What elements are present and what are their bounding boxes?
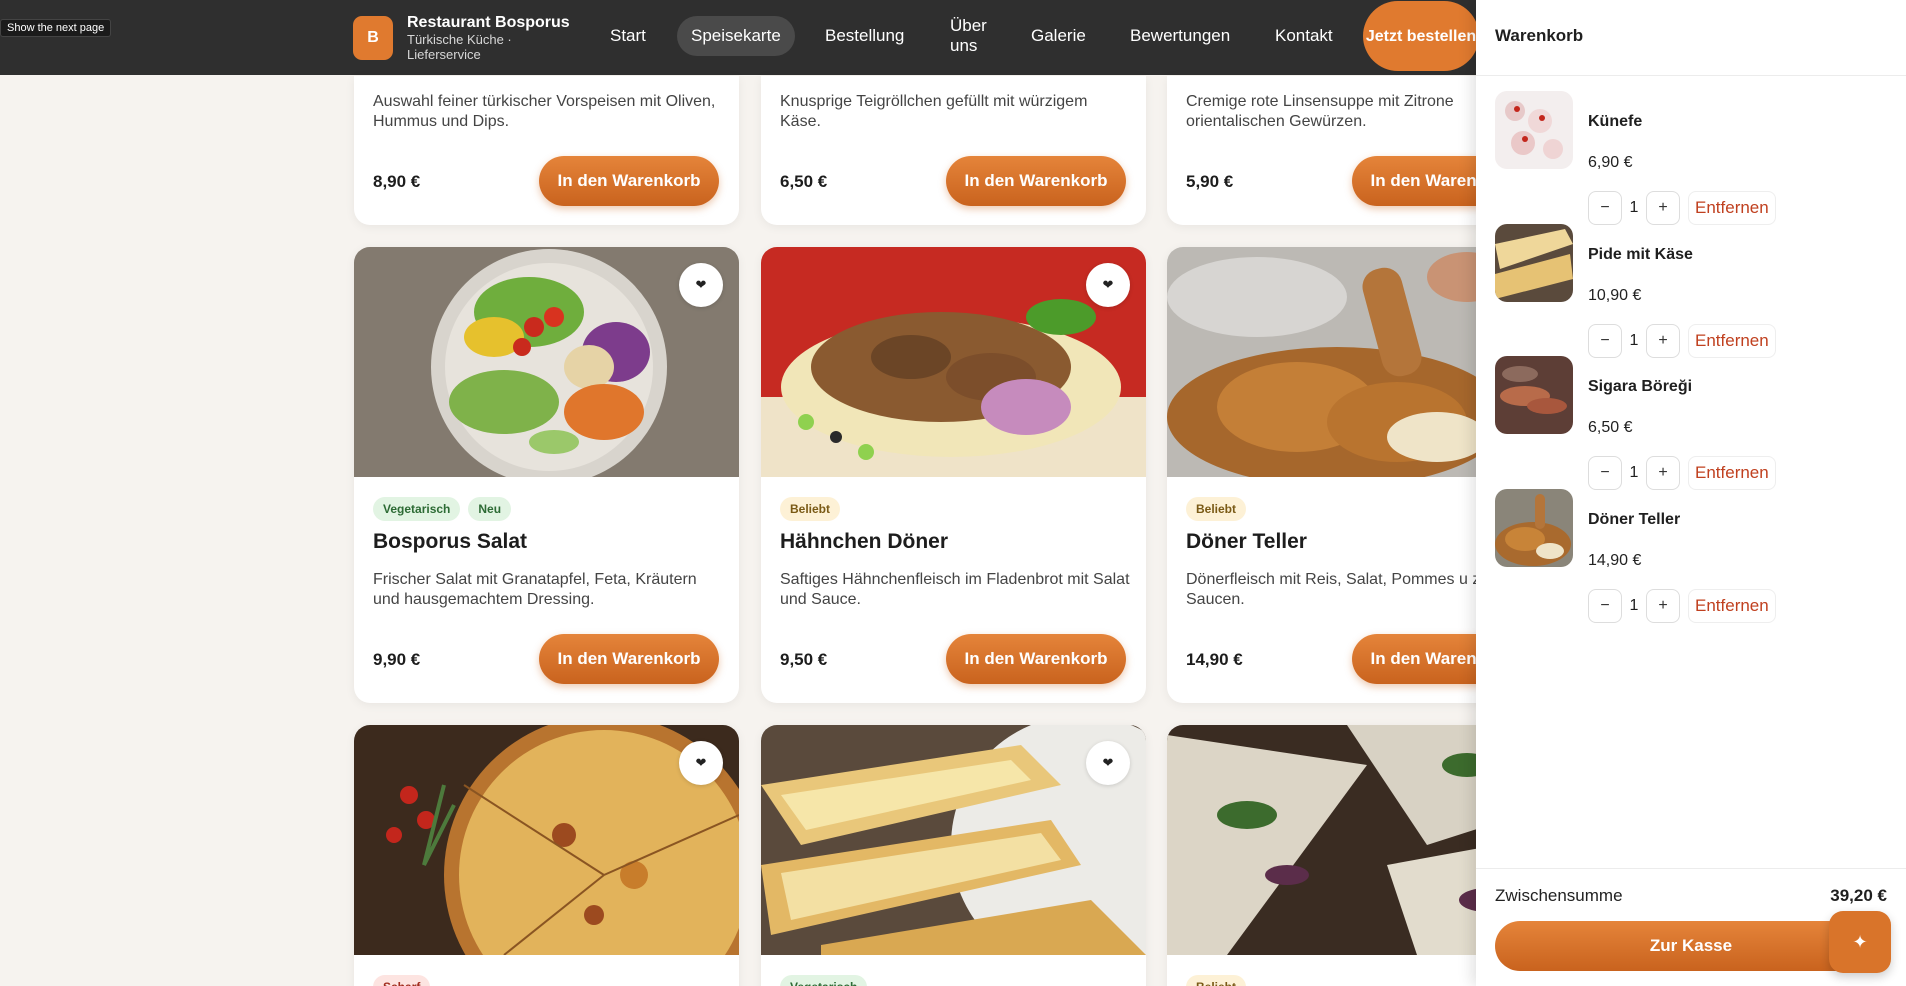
remove-item-button[interactable]: Entfernen xyxy=(1688,456,1776,490)
cart-header: Warenkorb xyxy=(1476,0,1906,76)
cart-item-name: Döner Teller xyxy=(1588,511,1681,528)
heart-icon[interactable]: ❤ xyxy=(1086,741,1130,785)
cart-item-price: 14,90 € xyxy=(1588,552,1642,569)
heart-icon[interactable]: ❤ xyxy=(679,741,723,785)
sigara-boregi-thumbnail xyxy=(1495,356,1573,434)
nav-bewertungen[interactable]: Bewertungen xyxy=(1130,26,1230,46)
card-price: 9,50 € xyxy=(780,650,828,669)
menu-card: ❤ Beliebt Hähnchen Döner Saftiges Hähnch… xyxy=(761,247,1146,703)
sparkle-icon[interactable]: ✦ xyxy=(1829,911,1891,973)
subtotal-value: 39,20 € xyxy=(1830,886,1887,905)
heart-icon[interactable]: ❤ xyxy=(679,263,723,307)
remove-item-button[interactable]: Entfernen xyxy=(1688,589,1776,623)
cart-item: Pide mit Käse 10,90 € − 1 + Entfernen xyxy=(1495,224,1895,358)
quantity-value: 1 xyxy=(1629,199,1639,216)
cart-item: Sigara Böreği 6,50 € − 1 + Entfernen xyxy=(1495,356,1895,490)
add-to-cart-button[interactable]: In den Warenkorb xyxy=(946,156,1126,206)
decrease-quantity-button[interactable]: − xyxy=(1588,324,1622,358)
divider xyxy=(1476,868,1906,869)
card-description: Saftiges Hähnchenfleisch im Fladenbrot m… xyxy=(780,571,1130,608)
add-to-cart-button[interactable]: In den Warenkorb xyxy=(539,634,719,684)
menu-card: ❤ Vegetarisch xyxy=(761,725,1146,986)
decrease-quantity-button[interactable]: − xyxy=(1588,589,1622,623)
increase-quantity-button[interactable]: + xyxy=(1646,191,1680,225)
badge-vegetarian: Vegetarisch xyxy=(373,497,461,521)
badge-new: Neu xyxy=(468,497,512,521)
card-title: Döner Teller xyxy=(1186,530,1307,553)
cart-item: Künefe 6,90 € − 1 + Entfernen xyxy=(1495,91,1895,225)
card-price: 6,50 € xyxy=(780,172,828,191)
badge-popular: Beliebt xyxy=(780,497,841,521)
card-description: Knusprige Teigröllchen gefüllt mit würzi… xyxy=(780,93,1088,130)
heart-icon[interactable]: ❤ xyxy=(1086,263,1130,307)
quantity-value: 1 xyxy=(1629,597,1639,614)
card-description: Frischer Salat mit Granatapfel, Feta, Kr… xyxy=(373,571,697,608)
menu-card: Auswahl feiner türkischer Vorspeisen mit… xyxy=(354,76,739,225)
card-price: 14,90 € xyxy=(1186,650,1243,669)
tooltip: Show the next page xyxy=(0,19,112,37)
subtotal-label: Zwischensumme xyxy=(1495,886,1623,905)
add-to-cart-button[interactable]: In den Warenkorb xyxy=(539,156,719,206)
brand[interactable]: B Restaurant Bosporus Türkische Küche · … xyxy=(353,13,587,62)
cart-item-name: Pide mit Käse xyxy=(1588,246,1693,263)
doner-teller-thumbnail xyxy=(1495,489,1573,567)
brand-logo: B xyxy=(353,15,393,60)
card-title: Hähnchen Döner xyxy=(780,530,949,553)
nav-galerie[interactable]: Galerie xyxy=(1031,26,1086,46)
increase-quantity-button[interactable]: + xyxy=(1646,589,1680,623)
brand-subtitle: Türkische Küche · Lieferservice xyxy=(407,32,512,62)
card-price: 8,90 € xyxy=(373,172,421,191)
kunefe-thumbnail xyxy=(1495,91,1573,169)
remove-item-button[interactable]: Entfernen xyxy=(1688,324,1776,358)
increase-quantity-button[interactable]: + xyxy=(1646,456,1680,490)
nav-ueber-uns[interactable]: Über uns xyxy=(950,16,1000,56)
nav-bestellung[interactable]: Bestellung xyxy=(825,26,904,46)
cart-item-name: Künefe xyxy=(1588,113,1643,130)
cart-drawer: Warenkorb Künefe 6,90 € − 1 + Entfernen … xyxy=(1476,0,1906,986)
nav-kontakt[interactable]: Kontakt xyxy=(1275,26,1333,46)
menu-card: Knusprige Teigröllchen gefüllt mit würzi… xyxy=(761,76,1146,225)
cart-item-price: 6,50 € xyxy=(1588,419,1633,436)
quantity-value: 1 xyxy=(1629,464,1639,481)
decrease-quantity-button[interactable]: − xyxy=(1588,456,1622,490)
quantity-value: 1 xyxy=(1629,332,1639,349)
cart-title: Warenkorb xyxy=(1495,26,1584,45)
nav-start[interactable]: Start xyxy=(610,26,646,46)
menu-card: ❤ Vegetarisch Neu Bosporus Salat Frische… xyxy=(354,247,739,703)
cart-item-name: Sigara Böreği xyxy=(1588,378,1693,395)
order-now-button[interactable]: Jetzt bestellen xyxy=(1363,1,1479,71)
card-title: Bosporus Salat xyxy=(373,530,528,553)
brand-name: Restaurant Bosporus xyxy=(407,14,570,31)
badge-vegetarian: Vegetarisch xyxy=(780,975,868,986)
card-price: 9,90 € xyxy=(373,650,421,669)
badge-popular: Beliebt xyxy=(1186,497,1247,521)
menu-card: ❤ Scharf xyxy=(354,725,739,986)
card-price: 5,90 € xyxy=(1186,172,1234,191)
cart-item-price: 10,90 € xyxy=(1588,287,1642,304)
pide-thumbnail xyxy=(1495,224,1573,302)
decrease-quantity-button[interactable]: − xyxy=(1588,191,1622,225)
add-to-cart-button[interactable]: In den Warenkorb xyxy=(946,634,1126,684)
badge-spicy: Scharf xyxy=(373,975,431,986)
increase-quantity-button[interactable]: + xyxy=(1646,324,1680,358)
cart-item-price: 6,90 € xyxy=(1588,154,1633,171)
badge-popular: Beliebt xyxy=(1186,975,1247,986)
remove-item-button[interactable]: Entfernen xyxy=(1688,191,1776,225)
card-description: Auswahl feiner türkischer Vorspeisen mit… xyxy=(373,93,716,130)
nav-speisekarte[interactable]: Speisekarte xyxy=(691,26,781,46)
cart-item: Döner Teller 14,90 € − 1 + Entfernen xyxy=(1495,489,1895,623)
